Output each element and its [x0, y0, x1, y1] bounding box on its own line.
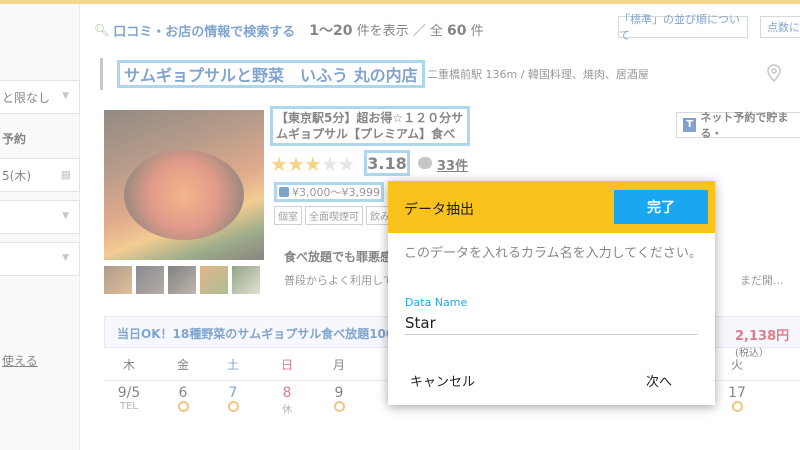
dialog-title: データ抽出 — [404, 202, 474, 218]
data-name-input[interactable] — [405, 311, 698, 335]
cancel-button[interactable]: キャンセル — [410, 371, 475, 390]
dialog-header: データ抽出 完了 — [388, 181, 715, 233]
dialog-hint: このデータを入れるカラム名を入力してください。 — [404, 246, 702, 261]
data-extract-dialog: データ抽出 完了 このデータを入れるカラム名を入力してください。 Data Na… — [388, 181, 715, 405]
done-button[interactable]: 完了 — [614, 190, 708, 224]
next-button[interactable]: 次へ — [646, 371, 672, 390]
data-name-label: Data Name — [405, 296, 468, 309]
